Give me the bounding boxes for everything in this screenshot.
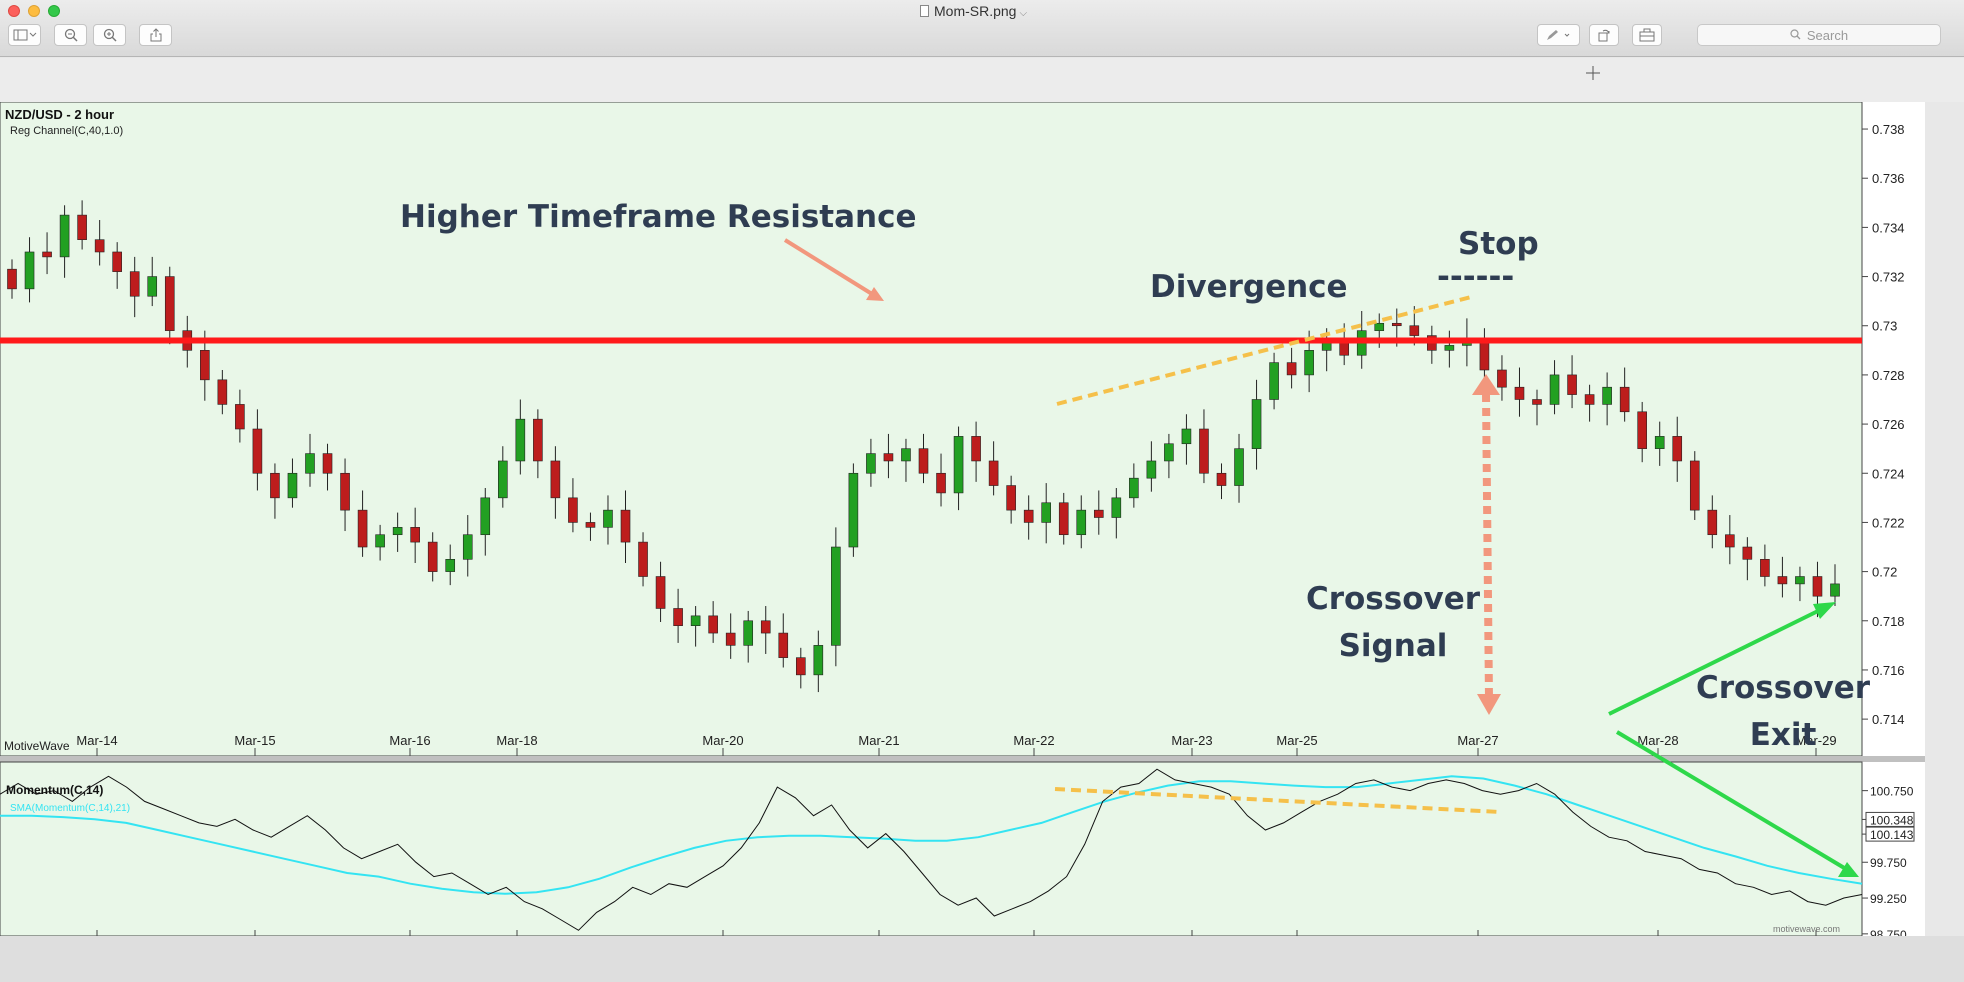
- crossover-exit-line1: Crossover: [1696, 670, 1871, 706]
- toolbar-area: [0, 58, 1964, 102]
- crossover-signal-line2: Signal: [1339, 628, 1448, 664]
- sma-label: SMA(Momentum(C,14),21): [10, 803, 130, 814]
- x-tick-label: Mar-14: [76, 733, 117, 748]
- divergence-annotation: Divergence: [1150, 269, 1348, 305]
- zoom-in-button[interactable]: [93, 24, 126, 46]
- momentum-y-tick-label: 98.750: [1870, 928, 1907, 936]
- panel-separator[interactable]: [0, 756, 1925, 762]
- x-tick-label: Mar-18: [496, 733, 537, 748]
- watermark-small: motivewave.com: [1773, 924, 1840, 934]
- toolbox-button[interactable]: [1632, 24, 1662, 46]
- share-button[interactable]: [139, 24, 172, 46]
- sidebar-toggle-button[interactable]: [8, 24, 41, 46]
- crosshair-cursor-icon: [1586, 66, 1600, 80]
- x-tick-label: Mar-25: [1276, 733, 1317, 748]
- chart: Mar-14 Mar-15 Mar-16 Mar-18 Mar-20 Mar-21 Mar-…: [0, 102, 1925, 936]
- stop-annotation: Stop: [1458, 226, 1539, 262]
- momentum-y-tick-label: 100.750: [1870, 785, 1914, 799]
- x-tick-label: Mar-23: [1171, 733, 1212, 748]
- momentum-panel: [0, 762, 1862, 936]
- candle: [831, 527, 841, 667]
- title-bar: Mom-SR.png ⌵ Search: [0, 0, 1964, 57]
- price-panel: [0, 102, 1862, 756]
- x-tick-label: Mar-15: [234, 733, 275, 748]
- close-window-button[interactable]: [8, 5, 20, 17]
- candle: [848, 463, 859, 557]
- x-tick-label: Mar-16: [389, 733, 430, 748]
- y-tick-label: 0.734: [1872, 220, 1905, 235]
- y-tick-label: 0.718: [1872, 614, 1905, 629]
- window-bottom-area: [0, 936, 1964, 982]
- chart-title: NZD/USD - 2 hour: [5, 107, 114, 122]
- x-tick-label: Mar-22: [1013, 733, 1054, 748]
- rotate-icon: [1598, 29, 1610, 42]
- y-tick-label: 0.714: [1872, 712, 1905, 727]
- y-tick-label: 0.738: [1872, 122, 1905, 137]
- crossover-exit-line2: Exit: [1750, 717, 1817, 753]
- window-title-text: Mom-SR.png: [934, 3, 1017, 19]
- crossover-signal-line1: Crossover: [1306, 581, 1481, 617]
- x-tick-label: Mar-20: [702, 733, 743, 748]
- sidebar-icon: [13, 29, 36, 41]
- x-tick-label: Mar-21: [858, 733, 899, 748]
- x-tick-label: Mar-27: [1457, 733, 1498, 748]
- search-input[interactable]: Search: [1697, 24, 1941, 46]
- toolbox-icon: [1639, 28, 1655, 42]
- y-tick-label: 0.73: [1872, 319, 1897, 334]
- candle: [1689, 451, 1700, 520]
- momentum-y-tick-label: 99.250: [1870, 892, 1907, 906]
- momentum-y-tick-label: 100.143: [1870, 828, 1914, 842]
- watermark: MotiveWave: [4, 739, 70, 753]
- y-tick-label: 0.722: [1872, 515, 1905, 530]
- y-tick-label: 0.732: [1872, 270, 1905, 285]
- share-icon: [150, 28, 161, 42]
- indicator-label: Reg Channel(C,40,1.0): [10, 125, 123, 137]
- rotate-button[interactable]: [1589, 24, 1619, 46]
- zoom-out-icon: [64, 28, 78, 42]
- momentum-label: Momentum(C,14): [6, 783, 103, 797]
- pen-icon: [1546, 30, 1570, 40]
- y-tick-label: 0.728: [1872, 368, 1905, 383]
- window-title[interactable]: Mom-SR.png ⌵: [920, 3, 1027, 19]
- y-tick-label: 0.736: [1872, 171, 1905, 186]
- y-tick-label: 0.716: [1872, 663, 1905, 678]
- markup-button[interactable]: [1537, 24, 1580, 46]
- search-icon: [1790, 28, 1801, 43]
- y-tick-label: 0.726: [1872, 417, 1905, 432]
- y-tick-label: 0.724: [1872, 466, 1905, 481]
- zoom-in-icon: [103, 28, 117, 42]
- zoom-out-button[interactable]: [54, 24, 87, 46]
- minimize-window-button[interactable]: [28, 5, 40, 17]
- search-placeholder: Search: [1806, 27, 1849, 43]
- stop-dash-annotation: ------: [1437, 259, 1514, 295]
- momentum-y-tick-label: 99.750: [1870, 856, 1907, 870]
- resistance-annotation: Higher Timeframe Resistance: [400, 199, 916, 235]
- momentum-y-tick-label: 100.348: [1870, 813, 1914, 827]
- y-tick-label: 0.72: [1872, 565, 1897, 580]
- zoom-window-button[interactable]: [48, 5, 60, 17]
- document-icon: [920, 5, 929, 17]
- chevron-down-icon: ⌵: [1019, 8, 1028, 19]
